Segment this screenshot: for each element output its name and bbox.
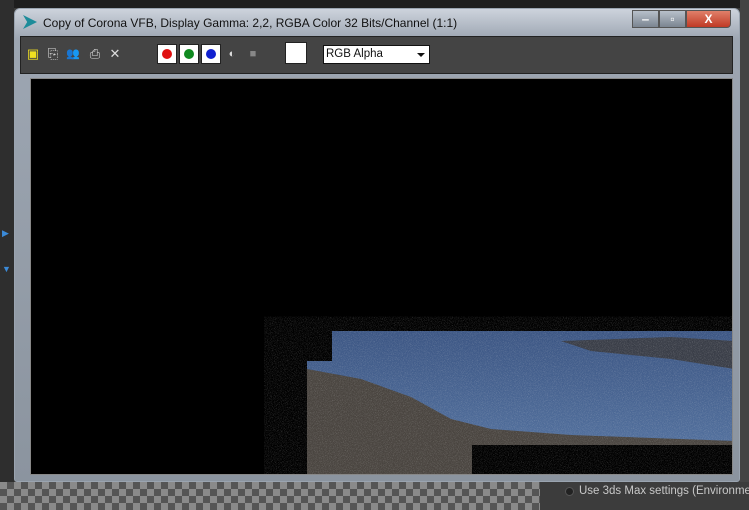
save-icon[interactable]: ▣	[25, 46, 41, 62]
blue-dot-icon	[206, 49, 216, 59]
frame-buffer-window: Copy of Corona VFB, Display Gamma: 2,2, …	[14, 8, 740, 482]
clone-icon[interactable]: 👥	[65, 46, 81, 62]
green-channel-toggle[interactable]	[179, 44, 199, 64]
blue-channel-toggle[interactable]	[201, 44, 221, 64]
color-swatch[interactable]	[285, 42, 307, 64]
chevron-down-icon	[417, 53, 425, 57]
viewport-checker-background	[0, 482, 540, 510]
green-dot-icon	[184, 49, 194, 59]
render-canvas[interactable]	[30, 78, 733, 475]
print-icon[interactable]: ⎙	[87, 46, 103, 62]
channel-select[interactable]: RGB Alpha	[323, 45, 430, 64]
background-right-panel	[740, 0, 749, 510]
app-icon	[23, 15, 37, 29]
red-dot-icon	[162, 49, 172, 59]
triangle-right-icon: ▶	[2, 228, 9, 238]
red-channel-toggle[interactable]	[157, 44, 177, 64]
close-button[interactable]: X	[686, 10, 731, 28]
render-image	[307, 331, 732, 474]
clear-icon[interactable]: ✕	[107, 46, 123, 62]
background-top	[0, 0, 749, 8]
minimize-button[interactable]: ‒	[632, 10, 659, 28]
toolbar: ▣ ⎘ 👥 ⎙ ✕ ◐ ■ RGB Alpha	[20, 36, 733, 74]
channel-select-value: RGB Alpha	[326, 48, 383, 60]
window-title: Copy of Corona VFB, Display Gamma: 2,2, …	[43, 16, 458, 30]
monochrome-icon[interactable]: ◐	[224, 46, 240, 62]
triangle-down-icon: ▼	[2, 264, 11, 274]
maximize-button[interactable]: ▫	[659, 10, 686, 28]
env-option-label: Use 3ds Max settings (Environment	[579, 485, 749, 497]
env-option-radio[interactable]	[565, 487, 574, 496]
copy-icon[interactable]: ⎘	[45, 46, 61, 62]
alpha-toggle-icon[interactable]: ■	[245, 46, 261, 62]
background-left-panel: ▶ ▼	[0, 0, 14, 510]
